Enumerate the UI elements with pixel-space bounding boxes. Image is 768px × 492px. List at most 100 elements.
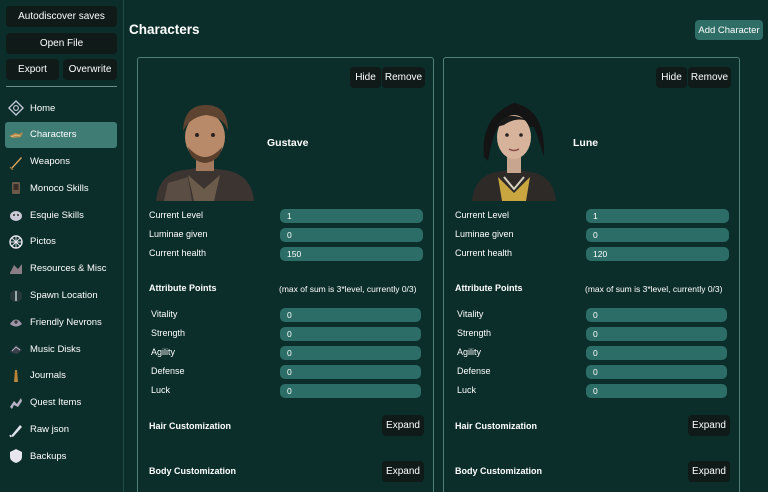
agility-field[interactable]: 0 bbox=[586, 346, 727, 360]
page-title: Characters bbox=[129, 22, 200, 37]
sidebar-item-music-disks[interactable]: Music Disks bbox=[5, 336, 117, 362]
spawn-location-icon bbox=[8, 288, 24, 304]
sidebar-item-pictos[interactable]: Pictos bbox=[5, 229, 117, 255]
sidebar-item-label: Music Disks bbox=[30, 343, 81, 355]
vitality-field[interactable]: 0 bbox=[280, 308, 421, 322]
hair-expand-button[interactable]: Expand bbox=[688, 415, 730, 436]
current-level-label: Current Level bbox=[149, 210, 204, 220]
quest-items-icon bbox=[8, 395, 24, 411]
luck-label: Luck bbox=[151, 385, 171, 395]
sidebar-item-backups[interactable]: Backups bbox=[5, 443, 117, 469]
strength-label: Strength bbox=[151, 328, 186, 338]
pictos-icon bbox=[8, 234, 24, 250]
overwrite-button[interactable]: Overwrite bbox=[63, 59, 117, 80]
backups-icon bbox=[8, 448, 24, 464]
hide-button[interactable]: Hide bbox=[350, 67, 381, 88]
remove-button[interactable]: Remove bbox=[688, 67, 731, 88]
agility-label: Agility bbox=[457, 347, 482, 357]
defense-field[interactable]: 0 bbox=[586, 365, 727, 379]
weapons-icon bbox=[8, 154, 24, 170]
luminae-given-field[interactable]: 0 bbox=[586, 228, 729, 242]
strength-field[interactable]: 0 bbox=[586, 327, 727, 341]
sidebar-item-label: Raw json bbox=[30, 424, 70, 436]
sidebar-item-resources[interactable]: Resources & Misc bbox=[5, 256, 117, 282]
body-customization-title: Body Customization bbox=[149, 466, 236, 476]
sidebar-item-label: Monoco Skills bbox=[30, 182, 89, 194]
luminae-given-field[interactable]: 0 bbox=[280, 228, 423, 242]
characters-icon bbox=[8, 127, 24, 143]
sidebar-divider bbox=[6, 86, 117, 87]
agility-label: Agility bbox=[151, 347, 176, 357]
luck-field[interactable]: 0 bbox=[280, 384, 421, 398]
journals-icon bbox=[8, 368, 24, 384]
sidebar-item-home[interactable]: Home bbox=[5, 95, 117, 121]
sidebar-item-label: Esquie Skills bbox=[30, 209, 84, 221]
defense-label: Defense bbox=[457, 366, 491, 376]
hide-button[interactable]: Hide bbox=[656, 67, 687, 88]
sidebar-item-label: Backups bbox=[30, 450, 67, 462]
vitality-field[interactable]: 0 bbox=[586, 308, 727, 322]
sidebar-item-friendly-nevrons[interactable]: Friendly Nevrons bbox=[5, 309, 117, 335]
luminae-given-label: Luminae given bbox=[149, 229, 208, 239]
attribute-points-title: Attribute Points bbox=[149, 283, 217, 293]
add-character-button[interactable]: Add Character bbox=[695, 20, 763, 40]
character-name: Lune bbox=[573, 137, 599, 149]
body-customization-title: Body Customization bbox=[455, 466, 542, 476]
agility-field[interactable]: 0 bbox=[280, 346, 421, 360]
sidebar-item-journals[interactable]: Journals bbox=[5, 363, 117, 389]
sidebar-item-spawn-location[interactable]: Spawn Location bbox=[5, 283, 117, 309]
current-health-field[interactable]: 120 bbox=[586, 247, 729, 261]
defense-label: Defense bbox=[151, 366, 185, 376]
sidebar-item-label: Journals bbox=[30, 370, 66, 382]
hair-expand-button[interactable]: Expand bbox=[382, 415, 424, 436]
current-health-label: Current health bbox=[455, 248, 513, 258]
sidebar-item-characters[interactable]: Characters bbox=[5, 121, 117, 148]
strength-label: Strength bbox=[457, 328, 492, 338]
sidebar-item-quest-items[interactable]: Quest Items bbox=[5, 390, 117, 416]
sidebar-nav: Home Characters Weapons Monoco Skills Es… bbox=[5, 95, 117, 470]
sidebar-item-label: Resources & Misc bbox=[30, 263, 107, 275]
monoco-skills-icon bbox=[8, 180, 24, 196]
sidebar-item-label: Quest Items bbox=[30, 397, 82, 409]
sidebar-item-label: Weapons bbox=[30, 156, 70, 168]
remove-button[interactable]: Remove bbox=[382, 67, 425, 88]
luminae-given-label: Luminae given bbox=[455, 229, 514, 239]
strength-field[interactable]: 0 bbox=[280, 327, 421, 341]
hair-customization-title: Hair Customization bbox=[149, 421, 232, 431]
autodiscover-saves-button[interactable]: Autodiscover saves bbox=[6, 6, 117, 27]
current-level-label: Current Level bbox=[455, 210, 510, 220]
attribute-points-note: (max of sum is 3*level, currently 0/3) bbox=[585, 284, 723, 294]
character-name: Gustave bbox=[267, 137, 309, 149]
music-disks-icon bbox=[8, 341, 24, 357]
export-button[interactable]: Export bbox=[6, 59, 59, 80]
body-expand-button[interactable]: Expand bbox=[382, 461, 424, 482]
open-file-button[interactable]: Open File bbox=[6, 33, 117, 54]
body-expand-button[interactable]: Expand bbox=[688, 461, 730, 482]
sidebar: Autodiscover saves Open File Export Over… bbox=[0, 0, 124, 492]
sidebar-item-raw-json[interactable]: Raw json bbox=[5, 417, 117, 443]
raw-json-icon bbox=[8, 422, 24, 438]
esquie-skills-icon bbox=[8, 207, 24, 223]
sidebar-item-label: Home bbox=[30, 102, 56, 114]
current-level-field[interactable]: 1 bbox=[586, 209, 729, 223]
vitality-label: Vitality bbox=[457, 309, 484, 319]
luck-label: Luck bbox=[457, 385, 477, 395]
current-health-field[interactable]: 150 bbox=[280, 247, 423, 261]
attribute-points-title: Attribute Points bbox=[455, 283, 523, 293]
character-portrait bbox=[458, 97, 570, 201]
sidebar-item-label: Friendly Nevrons bbox=[30, 316, 102, 328]
vitality-label: Vitality bbox=[151, 309, 178, 319]
sidebar-item-label: Pictos bbox=[30, 236, 56, 248]
sidebar-item-weapons[interactable]: Weapons bbox=[5, 149, 117, 175]
sidebar-item-esquie-skills[interactable]: Esquie Skills bbox=[5, 202, 117, 228]
resources-icon bbox=[8, 261, 24, 277]
home-icon bbox=[8, 100, 24, 116]
defense-field[interactable]: 0 bbox=[280, 365, 421, 379]
sidebar-item-monoco-skills[interactable]: Monoco Skills bbox=[5, 175, 117, 201]
character-card: Hide Remove Lune Current Level 1 Luminae… bbox=[443, 57, 740, 492]
character-card: Hide Remove Gustave Current Level 1 Lumi… bbox=[137, 57, 434, 492]
current-health-label: Current health bbox=[149, 248, 207, 258]
luck-field[interactable]: 0 bbox=[586, 384, 727, 398]
nevrons-icon bbox=[8, 314, 24, 330]
current-level-field[interactable]: 1 bbox=[280, 209, 423, 223]
